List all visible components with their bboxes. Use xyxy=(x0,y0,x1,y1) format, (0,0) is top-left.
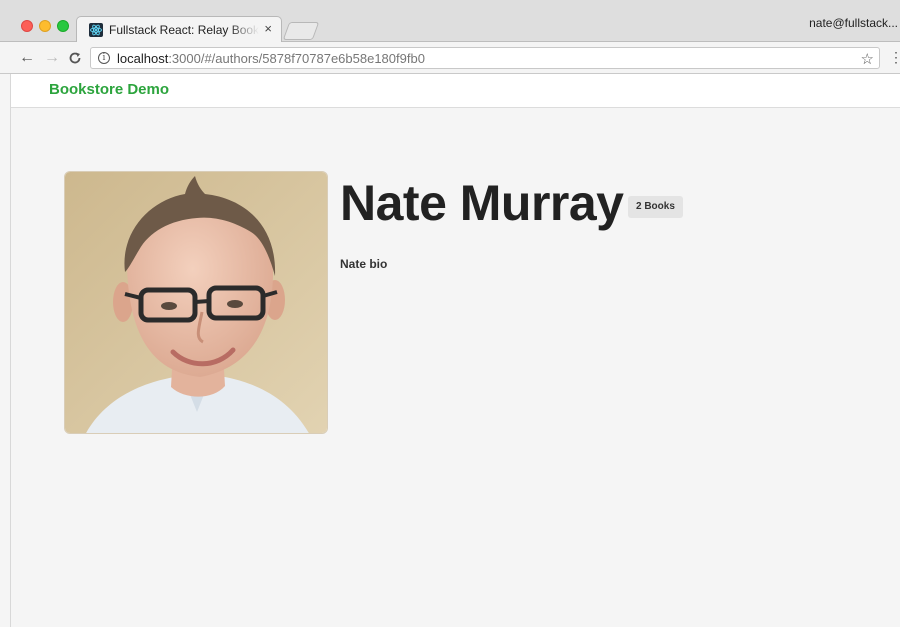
author-name: Nate Murray xyxy=(340,175,624,231)
books-count-badge: 2 Books xyxy=(628,196,683,218)
profile-name[interactable]: nate@fullstack... xyxy=(809,16,898,30)
new-tab-button[interactable] xyxy=(282,22,320,40)
more-vert-icon[interactable]: ⋮ xyxy=(889,49,900,66)
close-window-button[interactable] xyxy=(21,20,33,32)
author-avatar xyxy=(64,171,328,434)
arrow-right-icon[interactable]: → xyxy=(44,49,60,67)
app-navbar: Bookstore Demo xyxy=(11,74,900,108)
info-icon[interactable]: i xyxy=(98,52,110,64)
maximize-window-button[interactable] xyxy=(57,20,69,32)
address-bar[interactable]: i localhost:3000/#/authors/5878f70787e6b… xyxy=(90,47,880,69)
minimize-window-button[interactable] xyxy=(39,20,51,32)
browser-tab[interactable]: Fullstack React: Relay Bookstore × xyxy=(76,16,282,43)
brand-link[interactable]: Bookstore Demo xyxy=(49,81,169,98)
arrow-left-icon[interactable]: ← xyxy=(19,49,35,67)
title-bar: Fullstack React: Relay Bookstore × nate@… xyxy=(0,0,900,43)
tab-title: Fullstack React: Relay Bookstore xyxy=(109,23,259,37)
star-icon[interactable]: ☆ xyxy=(861,50,874,68)
reload-icon[interactable] xyxy=(68,49,82,70)
browser-window: Fullstack React: Relay Bookstore × nate@… xyxy=(0,0,900,627)
url-text[interactable]: localhost:3000/#/authors/5878f70787e6b58… xyxy=(117,51,425,66)
browser-toolbar: ← → i localhost:3000/#/authors/5878f7078… xyxy=(0,42,900,74)
author-bio: Nate bio xyxy=(340,257,388,271)
tab-close-icon[interactable]: × xyxy=(264,21,272,37)
page-content: Bookstore Demo Nate Murray 2 Books Nate … xyxy=(10,74,900,627)
react-favicon-icon xyxy=(89,23,103,37)
